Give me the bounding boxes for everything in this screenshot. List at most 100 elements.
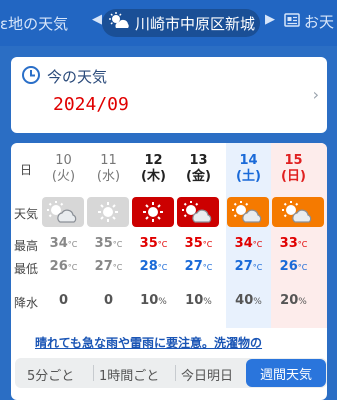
high-temp-value: 34 xyxy=(234,236,253,251)
tab-5min[interactable]: 5分ごと xyxy=(27,365,74,384)
rain-unit: % xyxy=(203,297,212,307)
rain-value: 10 xyxy=(185,293,204,308)
row-label-day: 日 xyxy=(19,163,32,177)
day-header: 10 (火) xyxy=(41,153,86,185)
row-label-low: 最低 xyxy=(13,262,38,276)
high-temp: 35°C xyxy=(176,236,221,251)
weekday: (火) xyxy=(51,169,76,184)
weather-notice-link[interactable]: 晴れても急な雨や雷雨に要注意。洗濯物の xyxy=(35,334,262,351)
high-temp: 34°C xyxy=(41,236,86,251)
high-temp: 33°C xyxy=(271,236,316,251)
tab-hourly[interactable]: 1時間ごと xyxy=(99,365,159,384)
rain-value: 10 xyxy=(140,293,159,308)
temp-unit: °C xyxy=(112,240,123,249)
temp-unit: °C xyxy=(67,263,78,272)
rain-value: 20 xyxy=(280,293,299,308)
day-number: 14 xyxy=(239,153,258,168)
location-name: 川崎市中原区新城 xyxy=(135,14,256,33)
location-selector[interactable]: 川崎市中原区新城 xyxy=(102,9,260,37)
low-temp-value: 26 xyxy=(279,259,298,274)
sunny-cloudy-icon xyxy=(42,197,84,227)
rain-chance: 20% xyxy=(271,293,316,308)
temp-unit: °C xyxy=(157,240,168,249)
rain-chance: 40% xyxy=(226,293,271,308)
rain-value: 40 xyxy=(235,293,254,308)
temp-unit: °C xyxy=(297,240,308,249)
sunny-icon xyxy=(132,197,174,227)
sun-cloud-icon xyxy=(109,12,131,34)
low-temp: 26°C xyxy=(271,259,316,274)
temp-unit: °C xyxy=(202,240,213,249)
rain-value: 0 xyxy=(103,293,114,308)
low-temp-value: 27 xyxy=(94,259,113,274)
rain-chance: 0 xyxy=(86,293,131,308)
top-nav: ε地の天気 ◀ 川崎市中原区新城 ▶ お天 xyxy=(0,0,337,46)
weekly-forecast-card: 日 天気 最高 最低 降水 10 (火) 34°C 26°C 0 11 (水) 35°C 27°… xyxy=(11,143,327,400)
temp-unit: °C xyxy=(297,263,308,272)
high-temp: 35°C xyxy=(131,236,176,251)
low-temp: 27°C xyxy=(176,259,221,274)
temp-unit: °C xyxy=(252,263,263,272)
day-number: 15 xyxy=(284,153,303,168)
high-temp-value: 33 xyxy=(279,236,298,251)
high-temp-value: 35 xyxy=(94,236,113,251)
chevron-left-icon[interactable]: ◀ xyxy=(92,12,102,27)
weekday: (土) xyxy=(236,169,261,184)
high-temp: 35°C xyxy=(86,236,131,251)
row-label-high: 最高 xyxy=(13,239,38,253)
rain-chance: 10% xyxy=(176,293,221,308)
clock-icon xyxy=(21,65,41,89)
day-number: 12 xyxy=(144,153,163,168)
tab-divider xyxy=(175,365,176,381)
day-header: 14 (土) xyxy=(226,153,271,185)
low-temp: 26°C xyxy=(41,259,86,274)
temp-unit: °C xyxy=(157,263,168,272)
chevron-right-icon: › xyxy=(312,85,319,104)
high-temp-value: 35 xyxy=(184,236,203,251)
rain-chance: 0 xyxy=(41,293,86,308)
weekday: (金) xyxy=(186,169,211,184)
tab-next[interactable]: お天 xyxy=(284,11,334,32)
rain-value: 0 xyxy=(58,293,69,308)
rain-chance: 10% xyxy=(131,293,176,308)
sunny-cloudy-icon xyxy=(227,197,269,227)
tab-today-tomorrow[interactable]: 今日明日 xyxy=(181,365,233,384)
row-label-rain: 降水 xyxy=(13,296,38,310)
tab-weekly[interactable]: 週間天気 xyxy=(246,359,326,387)
newspaper-icon xyxy=(284,12,300,32)
low-temp: 27°C xyxy=(86,259,131,274)
temp-unit: °C xyxy=(252,240,263,249)
low-temp-value: 27 xyxy=(234,259,253,274)
current-weather-title: 今の天気 xyxy=(47,68,108,86)
low-temp-value: 26 xyxy=(49,259,68,274)
forecast-range-tabs: 5分ごと 1時間ごと 今日明日 週間天気 xyxy=(15,358,327,388)
high-temp-value: 34 xyxy=(49,236,68,251)
temp-unit: °C xyxy=(112,263,123,272)
sunny-cloudy-icon xyxy=(177,197,219,227)
weekday: (日) xyxy=(281,169,306,184)
rain-unit: % xyxy=(298,297,307,307)
day-number: 10 xyxy=(55,153,72,168)
tab-divider xyxy=(93,365,94,381)
day-header: 12 (木) xyxy=(131,153,176,185)
day-header: 13 (金) xyxy=(176,153,221,185)
low-temp-value: 28 xyxy=(139,259,158,274)
temp-unit: °C xyxy=(202,263,213,272)
rain-unit: % xyxy=(158,297,167,307)
high-temp: 34°C xyxy=(226,236,271,251)
weekday: (木) xyxy=(141,169,166,184)
current-weather-card[interactable]: 今の天気 2024/09 › xyxy=(11,57,327,133)
low-temp-value: 27 xyxy=(184,259,203,274)
high-temp-value: 35 xyxy=(139,236,158,251)
day-header: 11 (水) xyxy=(86,153,131,185)
tab-next-label: お天 xyxy=(304,13,335,31)
chevron-right-icon[interactable]: ▶ xyxy=(265,12,275,27)
rain-unit: % xyxy=(253,297,262,307)
day-header: 15 (日) xyxy=(271,153,316,185)
weekday: (水) xyxy=(96,169,121,184)
day-number: 13 xyxy=(189,153,208,168)
current-date: 2024/09 xyxy=(53,94,129,115)
low-temp: 28°C xyxy=(131,259,176,274)
tab-regional-weather[interactable]: ε地の天気 xyxy=(0,13,68,34)
low-temp: 27°C xyxy=(226,259,271,274)
